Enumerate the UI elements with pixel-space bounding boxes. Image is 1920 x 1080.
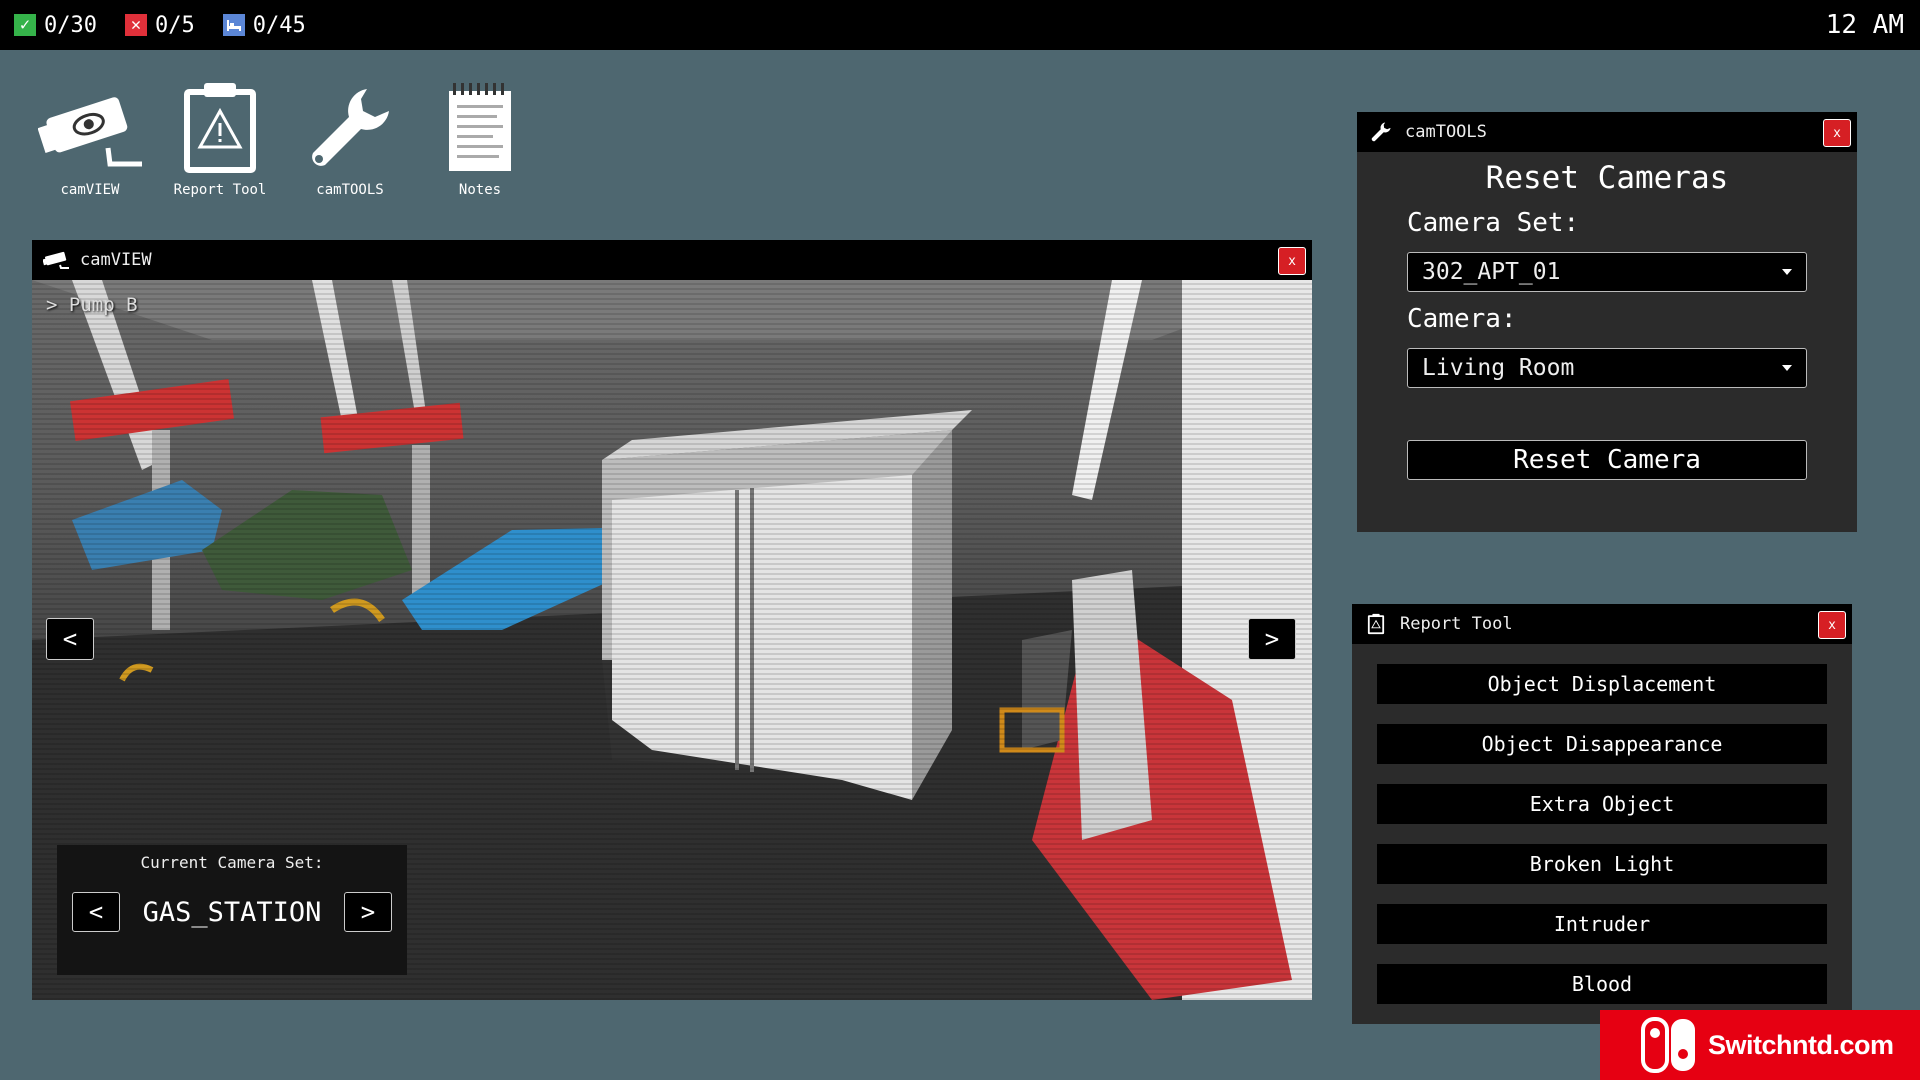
close-button[interactable]: x <box>1818 611 1846 639</box>
switch-logo-icon <box>1638 1014 1700 1076</box>
report-options: Object Displacement Object Disappearance… <box>1352 644 1852 1004</box>
security-camera-icon <box>42 248 70 272</box>
camera-value: Living Room <box>1422 355 1575 381</box>
completed-stat: ✓ 0/30 <box>14 13 97 38</box>
check-icon: ✓ <box>14 14 36 36</box>
window-title: camTOOLS <box>1405 122 1487 142</box>
prev-camera-button[interactable]: < <box>46 618 94 660</box>
bed-count: 0/45 <box>252 12 306 38</box>
camera-set-dropdown[interactable]: 302_APT_01 <box>1407 252 1807 292</box>
camtools-titlebar[interactable]: camTOOLS x <box>1357 112 1857 152</box>
camview-titlebar[interactable]: camVIEW x <box>32 240 1312 280</box>
camera-set-value: 302_APT_01 <box>1422 259 1561 285</box>
next-camera-set-button[interactable]: > <box>344 892 392 932</box>
chevron-down-icon <box>1782 365 1792 371</box>
bed-stat: 0/45 <box>222 12 306 38</box>
desktop-icon-label: Report Tool <box>173 182 267 198</box>
report-extra-object-button[interactable]: Extra Object <box>1377 784 1827 824</box>
report-tool-window: Report Tool x Object Displacement Object… <box>1352 604 1852 1024</box>
security-camera-icon <box>35 78 145 178</box>
camera-set-title: Current Camera Set: <box>140 853 324 872</box>
desktop-icon-notes[interactable]: Notes <box>425 78 535 198</box>
report-blood-button[interactable]: Blood <box>1377 964 1827 1004</box>
failed-stat: ✕ 0/5 <box>124 12 195 38</box>
wrench-icon <box>1367 120 1395 144</box>
desktop-icon-report-tool[interactable]: Report Tool <box>165 78 275 198</box>
camera-set-label: Camera Set: <box>1407 208 1580 238</box>
notepad-icon <box>425 78 535 178</box>
x-icon: ✕ <box>124 14 147 36</box>
camera-set-panel: Current Camera Set: < GAS_STATION > <box>57 845 407 975</box>
watermark-text: Switchntd.com <box>1708 1029 1894 1060</box>
status-bar: ✓ 0/30 ✕ 0/5 0/45 12 AM <box>0 0 1920 50</box>
next-camera-button[interactable]: > <box>1248 618 1296 660</box>
camera-dropdown[interactable]: Living Room <box>1407 348 1807 388</box>
camera-set-name: GAS_STATION <box>142 896 322 928</box>
desktop-icon-label: camVIEW <box>60 182 120 198</box>
clock: 12 AM <box>1825 10 1904 40</box>
desktop-icon-label: camTOOLS <box>316 182 384 198</box>
report-tool-titlebar[interactable]: Report Tool x <box>1352 604 1852 644</box>
wrench-icon <box>295 78 405 178</box>
desktop-icon-camview[interactable]: camVIEW <box>35 78 145 198</box>
bed-icon <box>222 14 245 36</box>
camera-name: > Pump B <box>46 294 138 316</box>
report-object-displacement-button[interactable]: Object Displacement <box>1377 664 1827 704</box>
report-object-disappearance-button[interactable]: Object Disappearance <box>1377 724 1827 764</box>
reset-cameras-heading: Reset Cameras <box>1485 160 1729 196</box>
completed-count: 0/30 <box>44 12 97 38</box>
desktop-icon-label: Notes <box>458 182 502 198</box>
desktop-icon-camtools[interactable]: camTOOLS <box>295 78 405 198</box>
report-intruder-button[interactable]: Intruder <box>1377 904 1827 944</box>
clipboard-warning-icon <box>165 78 275 178</box>
window-title: Report Tool <box>1400 614 1513 634</box>
camera-label: Camera: <box>1407 304 1517 334</box>
close-button[interactable]: x <box>1823 119 1851 147</box>
camview-window: camVIEW x > Pump B < > Current Camera Se… <box>32 240 1312 1000</box>
window-title: camVIEW <box>80 250 152 270</box>
camtools-window: camTOOLS x Reset Cameras Camera Set: 302… <box>1357 112 1857 532</box>
watermark: Switchntd.com <box>1600 1010 1920 1080</box>
camera-feed: > Pump B < > Current Camera Set: < GAS_S… <box>32 280 1312 1000</box>
clipboard-warning-icon <box>1362 612 1390 636</box>
prev-camera-set-button[interactable]: < <box>72 892 120 932</box>
failed-count: 0/5 <box>154 12 195 38</box>
close-button[interactable]: x <box>1278 247 1306 275</box>
report-broken-light-button[interactable]: Broken Light <box>1377 844 1827 884</box>
reset-camera-button[interactable]: Reset Camera <box>1407 440 1807 480</box>
chevron-down-icon <box>1782 269 1792 275</box>
